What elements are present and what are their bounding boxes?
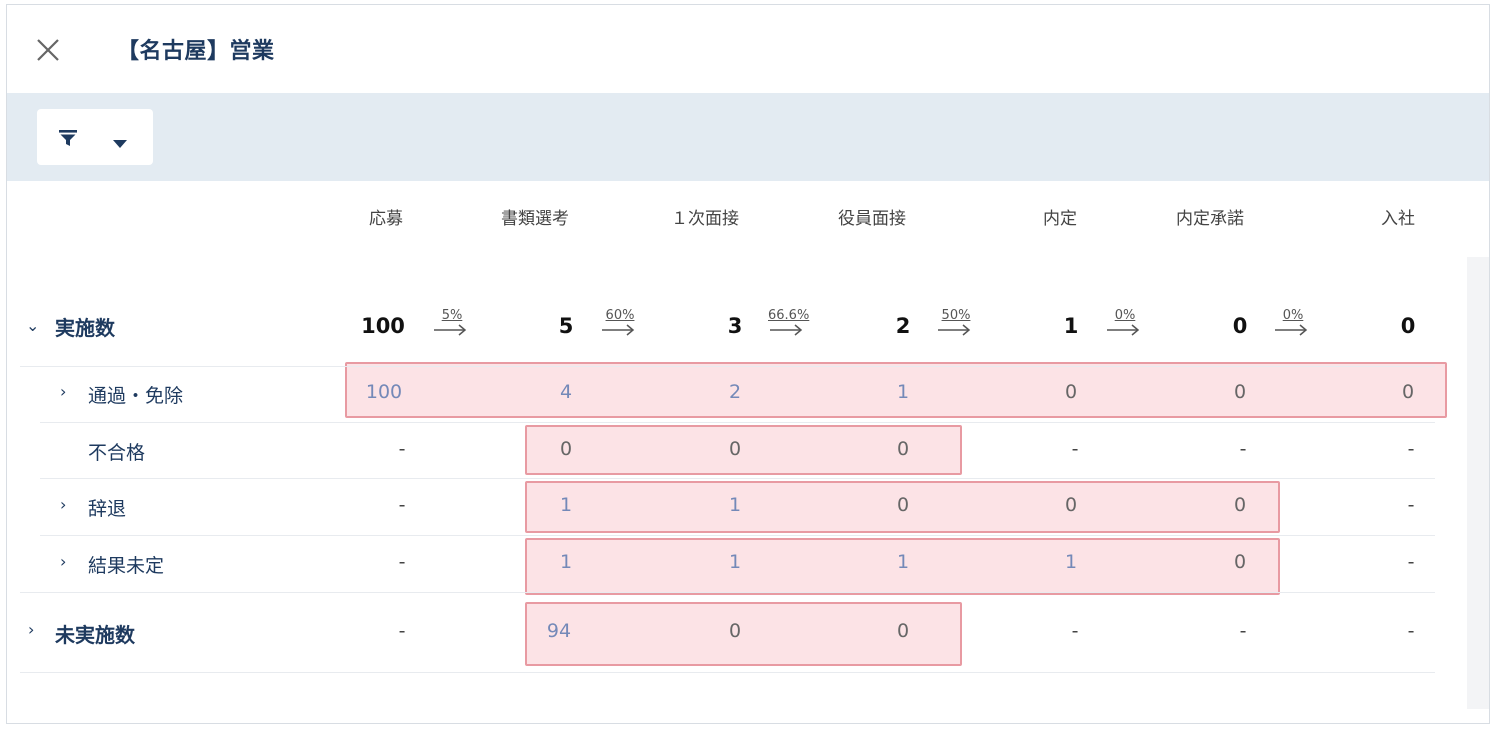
arrow-right-icon bbox=[770, 324, 803, 336]
col-header-exec-interview: 役員面接 bbox=[838, 209, 906, 229]
conversion-rate-4: 0% bbox=[1105, 308, 1145, 344]
close-icon[interactable] bbox=[33, 35, 63, 65]
notdone-cell-4: - bbox=[1071, 620, 1079, 642]
row-divider bbox=[20, 592, 1435, 593]
row-label-pending: 結果未定 bbox=[88, 555, 165, 577]
chevron-right-icon[interactable]: › bbox=[60, 382, 66, 401]
row-label-fail: 不合格 bbox=[88, 442, 146, 464]
notdone-cell-6: - bbox=[1407, 620, 1415, 642]
pending-cell-5: 0 bbox=[1233, 551, 1247, 573]
row-divider bbox=[40, 535, 1435, 536]
notdone-cell-2: 0 bbox=[728, 620, 742, 642]
decline-cell-2[interactable]: 1 bbox=[729, 494, 741, 516]
fail-cell-0: - bbox=[398, 438, 406, 460]
fail-cell-5: - bbox=[1239, 438, 1247, 460]
chevron-right-icon[interactable]: › bbox=[60, 495, 66, 514]
pending-cell-4[interactable]: 1 bbox=[1065, 551, 1077, 573]
notdone-cell-1[interactable]: 94 bbox=[547, 620, 571, 642]
conversion-rate-0: 5% bbox=[432, 308, 472, 344]
chevron-down-icon[interactable]: ⌄ bbox=[26, 316, 39, 335]
arrow-right-icon bbox=[602, 324, 635, 336]
filter-dropdown-button[interactable] bbox=[37, 109, 153, 165]
fail-cell-6: - bbox=[1407, 438, 1415, 460]
col-header-join: 入社 bbox=[1381, 209, 1415, 229]
decline-cell-6: - bbox=[1407, 494, 1415, 516]
pass-cell-1[interactable]: 4 bbox=[560, 381, 572, 403]
pending-cell-3[interactable]: 1 bbox=[897, 551, 909, 573]
decline-cell-5: 0 bbox=[1233, 494, 1247, 516]
total-cell-0: 100 bbox=[361, 314, 405, 338]
total-cell-3: 2 bbox=[895, 314, 911, 338]
notdone-cell-3: 0 bbox=[896, 620, 910, 642]
decline-cell-3: 0 bbox=[896, 494, 910, 516]
row-divider bbox=[40, 422, 1435, 423]
pass-cell-4: 0 bbox=[1064, 381, 1078, 403]
row-label-decline: 辞退 bbox=[88, 498, 127, 520]
pending-cell-1[interactable]: 1 bbox=[560, 551, 572, 573]
panel-header: 【名古屋】営業 bbox=[7, 5, 1489, 94]
arrow-right-icon bbox=[938, 324, 971, 336]
conversion-rate-5: 0% bbox=[1273, 308, 1313, 344]
col-header-shorui: 書類選考 bbox=[501, 209, 569, 229]
arrow-right-icon bbox=[434, 324, 467, 336]
col-header-naitei-accept: 内定承諾 bbox=[1176, 209, 1244, 229]
page-title: 【名古屋】営業 bbox=[117, 39, 275, 64]
pass-cell-0[interactable]: 100 bbox=[366, 381, 402, 403]
pending-cell-6: - bbox=[1407, 551, 1415, 573]
notdone-cell-0: - bbox=[398, 620, 406, 642]
caret-down-icon bbox=[113, 133, 127, 152]
conversion-rate-2: 66.6% bbox=[768, 308, 809, 344]
pending-cell-0: - bbox=[398, 551, 406, 573]
decline-cell-1[interactable]: 1 bbox=[560, 494, 572, 516]
fail-cell-2: 0 bbox=[728, 438, 742, 460]
row-label-total: 実施数 bbox=[55, 316, 115, 340]
row-divider bbox=[40, 478, 1435, 479]
total-cell-6: 0 bbox=[1400, 314, 1416, 338]
filter-bar bbox=[7, 93, 1489, 181]
col-header-oubo: 応募 bbox=[369, 209, 403, 229]
arrow-right-icon bbox=[1107, 324, 1140, 336]
fail-cell-4: - bbox=[1071, 438, 1079, 460]
total-cell-5: 0 bbox=[1232, 314, 1248, 338]
pass-cell-2[interactable]: 2 bbox=[729, 381, 741, 403]
notdone-cell-5: - bbox=[1239, 620, 1247, 642]
scrollbar[interactable] bbox=[1467, 257, 1489, 709]
pass-cell-5: 0 bbox=[1233, 381, 1247, 403]
chevron-right-icon[interactable]: › bbox=[28, 620, 34, 639]
row-divider bbox=[20, 366, 1435, 367]
conversion-rate-3: 50% bbox=[936, 308, 976, 344]
pass-cell-6: 0 bbox=[1401, 381, 1415, 403]
row-divider bbox=[20, 672, 1435, 673]
pass-cell-3[interactable]: 1 bbox=[897, 381, 909, 403]
fail-cell-3: 0 bbox=[896, 438, 910, 460]
fail-cell-1: 0 bbox=[559, 438, 573, 460]
arrow-right-icon bbox=[1275, 324, 1308, 336]
total-cell-2: 3 bbox=[727, 314, 743, 338]
col-header-naitei: 内定 bbox=[1043, 209, 1077, 229]
col-header-first-interview: １次面接 bbox=[671, 209, 739, 229]
row-label-not-done: 未実施数 bbox=[55, 623, 135, 647]
row-label-pass: 通過・免除 bbox=[88, 385, 184, 407]
chevron-right-icon[interactable]: › bbox=[60, 552, 66, 571]
total-cell-1: 5 bbox=[558, 314, 574, 338]
decline-cell-0: - bbox=[398, 494, 406, 516]
decline-cell-4: 0 bbox=[1064, 494, 1078, 516]
total-cell-4: 1 bbox=[1063, 314, 1079, 338]
pending-cell-2[interactable]: 1 bbox=[729, 551, 741, 573]
filter-icon bbox=[59, 130, 77, 150]
conversion-rate-1: 60% bbox=[600, 308, 640, 344]
